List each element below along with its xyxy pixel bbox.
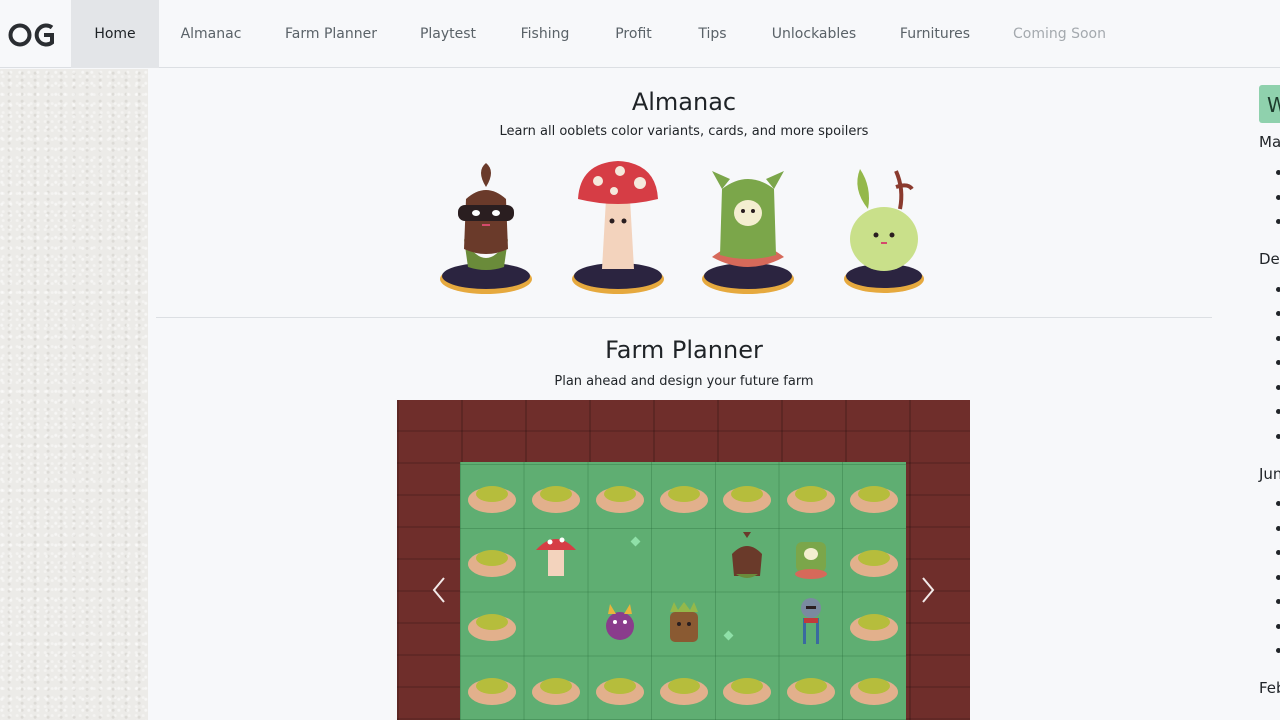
nav-farm-planner[interactable]: Farm Planner [263, 0, 399, 68]
main-content: Almanac Learn all ooblets color variants… [156, 69, 1212, 720]
list-bullet [1276, 575, 1280, 580]
list-bullet [1276, 550, 1280, 555]
sidebar-group-label: Jun [1259, 465, 1280, 483]
farm-planner-title[interactable]: Farm Planner [156, 336, 1212, 364]
sidebar-group-label: Ma [1259, 133, 1280, 151]
list-bullet [1276, 360, 1280, 365]
site-logo-icon[interactable] [8, 21, 56, 49]
list-bullet [1276, 648, 1280, 653]
sidebar-group-label: Feb [1259, 679, 1280, 697]
almanac-title[interactable]: Almanac [156, 88, 1212, 116]
list-bullet [1276, 287, 1280, 292]
chevron-right-icon[interactable] [915, 575, 939, 605]
farm-grid [460, 462, 906, 720]
farm-grid-graphics [468, 486, 898, 705]
wood-ooblet-sprite [670, 602, 698, 642]
farm-planner-subtitle: Plan ahead and design your future farm [554, 374, 814, 389]
cactus-ooblet-figure[interactable] [698, 159, 798, 299]
list-bullet [1276, 599, 1280, 604]
list-bullet [1276, 170, 1280, 175]
list-bullet [1276, 434, 1280, 439]
list-bullet [1276, 195, 1280, 200]
farm-planner-carousel[interactable] [397, 400, 970, 720]
list-bullet [1276, 526, 1280, 531]
dark-leaf-ooblet-figure[interactable] [436, 159, 536, 299]
chevron-left-icon[interactable] [428, 575, 452, 605]
list-bullet [1276, 219, 1280, 224]
tall-ooblet-sprite [801, 598, 821, 644]
list-bullet [1276, 409, 1280, 414]
top-navbar: Home Almanac Farm Planner Playtest Fishi… [0, 0, 1280, 68]
almanac-subtitle: Learn all ooblets color variants, cards,… [499, 124, 869, 139]
list-bullet [1276, 336, 1280, 341]
nav-profit[interactable]: Profit [593, 0, 674, 68]
list-bullet [1276, 501, 1280, 506]
nav-fishing[interactable]: Fishing [497, 0, 593, 68]
nav-furnitures[interactable]: Furnitures [877, 0, 993, 68]
nav-unlockables[interactable]: Unlockables [751, 0, 877, 68]
nav-home[interactable]: Home [71, 0, 159, 68]
nav-coming-soon: Coming Soon [1013, 26, 1106, 42]
right-sidebar: W Ma De Jun Feb [1258, 85, 1280, 720]
sidebar-group-label: De [1259, 250, 1280, 268]
section-divider [156, 317, 1212, 318]
list-bullet [1276, 385, 1280, 390]
purple-ooblet-sprite [606, 604, 634, 640]
nav-tips[interactable]: Tips [674, 0, 751, 68]
cactus-sprite [795, 542, 827, 579]
mushroom-sprite [536, 537, 576, 576]
nav-playtest[interactable]: Playtest [399, 0, 497, 68]
sprout-ooblet-figure[interactable] [834, 159, 934, 299]
mushroom-ooblet-figure[interactable] [568, 159, 668, 299]
bush-row [468, 487, 898, 705]
sidebar-header[interactable]: W [1259, 85, 1280, 123]
nav-almanac[interactable]: Almanac [159, 0, 263, 68]
dark-leaf-sprite [732, 532, 762, 578]
list-bullet [1276, 624, 1280, 629]
list-bullet [1276, 311, 1280, 316]
left-texture-panel [0, 69, 148, 720]
